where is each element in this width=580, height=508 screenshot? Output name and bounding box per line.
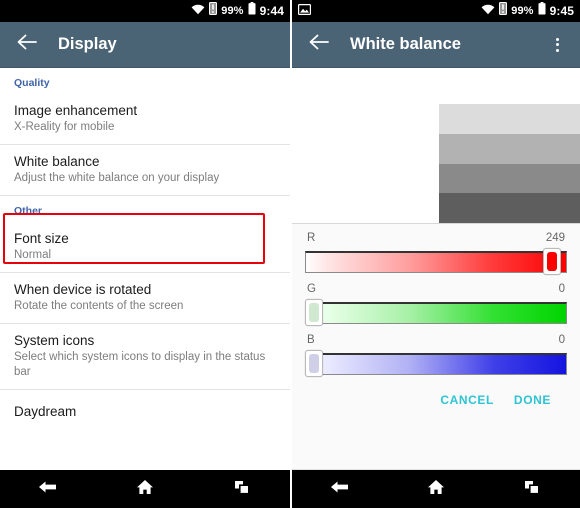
left-navigation-bar[interactable] xyxy=(0,470,290,508)
rgb-sliders: R 249 G 0 B 0 CANCEL DONE xyxy=(292,224,580,440)
slider-thumb-grip xyxy=(547,252,558,271)
list-item-subtitle: Normal xyxy=(14,249,52,261)
arrow-left-icon xyxy=(308,33,330,56)
clock-label: 9:45 xyxy=(549,4,574,18)
cancel-button[interactable]: CANCEL xyxy=(438,389,496,411)
list-item-image-enhancement[interactable]: Image enhancement X-Reality for mobile xyxy=(0,94,290,145)
slider-value-red: 249 xyxy=(545,232,565,244)
slider-track-green[interactable] xyxy=(305,302,567,324)
slider-value-green: 0 xyxy=(558,283,565,295)
done-button[interactable]: DONE xyxy=(512,389,553,411)
home-icon xyxy=(136,479,154,500)
back-icon xyxy=(38,479,58,500)
grayscale-band-4 xyxy=(439,193,580,223)
recents-icon xyxy=(233,479,251,500)
slider-track-blue[interactable] xyxy=(305,353,567,375)
back-button[interactable] xyxy=(10,28,44,62)
nav-recents-button[interactable] xyxy=(212,470,272,508)
slider-label-blue: B xyxy=(307,334,315,346)
page-title: Display xyxy=(58,35,117,53)
nav-home-button[interactable] xyxy=(115,470,175,508)
right-status-bar-system: 99% 9:45 xyxy=(481,2,574,20)
white-balance-spacer xyxy=(292,440,580,469)
nav-recents-button[interactable] xyxy=(502,470,562,508)
left-phone-screen: 99% 9:44 Display Quality Image enhanceme… xyxy=(0,0,290,508)
white-balance-actions: CANCEL DONE xyxy=(305,385,567,411)
screenshot-root: 99% 9:44 Display Quality Image enhanceme… xyxy=(0,0,580,508)
grayscale-band-1 xyxy=(439,104,580,134)
clock-label: 9:44 xyxy=(259,4,284,18)
slider-label-green: G xyxy=(307,283,316,295)
slider-blue[interactable] xyxy=(305,350,567,377)
sim-card-icon xyxy=(499,2,508,20)
list-item-white-balance[interactable]: White balance Adjust the white balance o… xyxy=(0,145,290,196)
list-item-system-icons[interactable]: System icons Select which system icons t… xyxy=(0,324,290,390)
list-item-title: When device is rotated xyxy=(14,282,152,297)
white-balance-preview xyxy=(292,68,580,224)
battery-percent-label: 99% xyxy=(511,4,534,17)
slider-track-red[interactable] xyxy=(305,251,567,273)
list-item-title: Image enhancement xyxy=(14,103,138,118)
list-item-daydream[interactable]: Daydream xyxy=(0,390,290,434)
right-status-bar-notifications xyxy=(298,2,481,20)
arrow-left-icon xyxy=(16,33,38,56)
back-button[interactable] xyxy=(302,28,336,62)
left-status-bar: 99% 9:44 xyxy=(0,0,290,22)
right-phone-screen: 99% 9:45 White balance R 249 G 0 B 0 CAN… xyxy=(290,0,580,508)
slider-thumb-red[interactable] xyxy=(543,248,562,275)
nav-back-button[interactable] xyxy=(310,470,370,508)
right-toolbar: White balance xyxy=(292,22,580,68)
page-title: White balance xyxy=(350,35,461,53)
grayscale-bands xyxy=(439,104,580,223)
battery-icon xyxy=(538,2,546,20)
nav-back-button[interactable] xyxy=(18,470,78,508)
list-item-subtitle: Adjust the white balance on your display xyxy=(14,172,220,184)
slider-value-blue: 0 xyxy=(558,334,565,346)
grayscale-band-3 xyxy=(439,163,580,194)
slider-thumb-blue[interactable] xyxy=(305,350,323,377)
slider-thumb-grip xyxy=(309,354,319,373)
right-status-bar: 99% 9:45 xyxy=(292,0,580,22)
slider-header-blue: B 0 xyxy=(305,334,567,350)
nav-home-button[interactable] xyxy=(406,470,466,508)
list-item-subtitle: Select which system icons to display in … xyxy=(14,351,266,378)
wifi-icon xyxy=(481,2,495,20)
display-settings-list[interactable]: Quality Image enhancement X-Reality for … xyxy=(0,68,290,470)
slider-group-red: R 249 xyxy=(305,232,567,275)
right-navigation-bar[interactable] xyxy=(292,470,580,508)
list-item-title: System icons xyxy=(14,333,95,348)
list-item-font-size[interactable]: Font size Normal xyxy=(0,222,290,273)
slider-group-green: G 0 xyxy=(305,283,567,326)
battery-icon xyxy=(248,2,256,20)
section-header-quality: Quality xyxy=(14,77,50,89)
list-item-subtitle: X-Reality for mobile xyxy=(14,121,115,133)
recents-icon xyxy=(523,479,541,500)
back-icon xyxy=(330,479,350,500)
slider-thumb-grip xyxy=(309,303,319,322)
battery-percent-label: 99% xyxy=(221,4,244,17)
white-balance-body: R 249 G 0 B 0 CANCEL DONE xyxy=(292,68,580,470)
slider-thumb-green[interactable] xyxy=(305,299,323,326)
overflow-menu-icon[interactable] xyxy=(544,28,570,62)
list-item-title: Daydream xyxy=(14,404,77,419)
slider-group-blue: B 0 xyxy=(305,334,567,377)
list-item-title: Font size xyxy=(14,231,69,246)
list-item-when-device-is-rotated[interactable]: When device is rotated Rotate the conten… xyxy=(0,273,290,324)
slider-label-red: R xyxy=(307,232,316,244)
screenshot-image-icon xyxy=(298,2,312,20)
left-status-bar-system: 99% 9:44 xyxy=(191,2,284,20)
slider-red[interactable] xyxy=(305,248,567,275)
sim-card-icon xyxy=(209,2,218,20)
grayscale-band-2 xyxy=(439,133,580,164)
slider-header-green: G 0 xyxy=(305,283,567,299)
wifi-icon xyxy=(191,2,205,20)
list-item-subtitle: Rotate the contents of the screen xyxy=(14,300,184,312)
slider-green[interactable] xyxy=(305,299,567,326)
left-toolbar: Display xyxy=(0,22,290,68)
list-item-title: White balance xyxy=(14,154,100,169)
slider-header-red: R 249 xyxy=(305,232,567,248)
section-header-other: Other xyxy=(14,205,43,217)
home-icon xyxy=(427,479,445,500)
